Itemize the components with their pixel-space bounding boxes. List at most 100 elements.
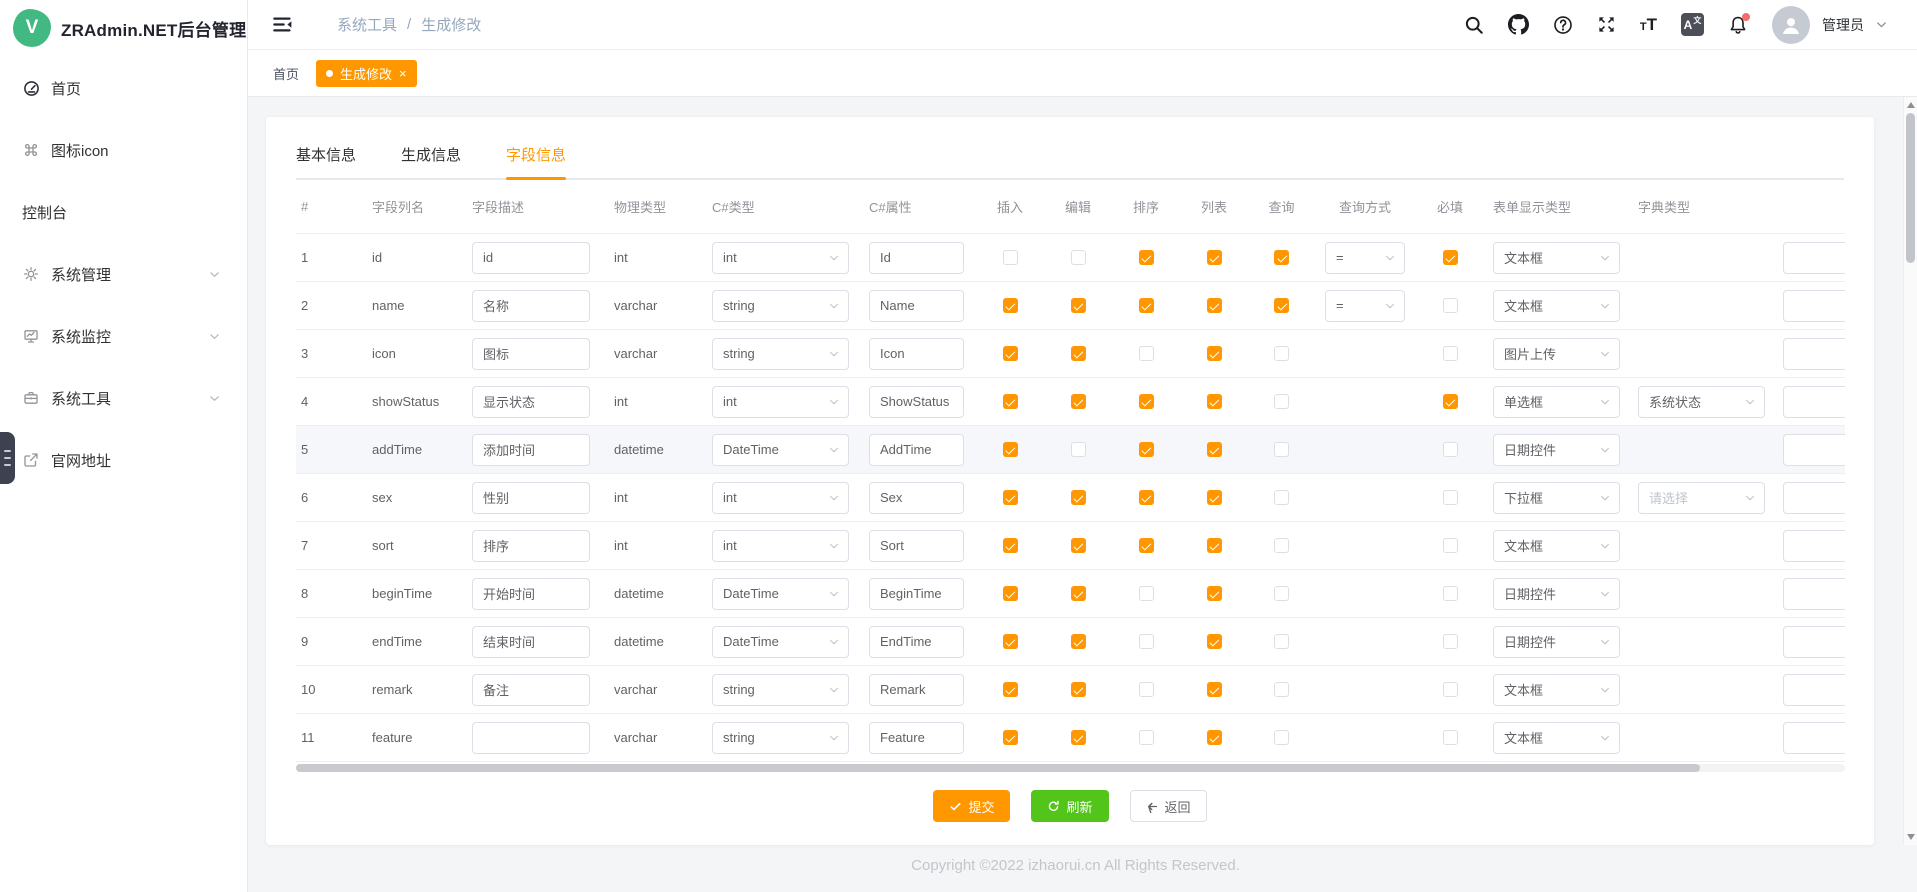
cs-prop-input[interactable]	[869, 242, 964, 274]
tag-close-icon[interactable]: ×	[399, 67, 407, 80]
extra-input[interactable]	[1783, 578, 1845, 610]
required-checkbox[interactable]	[1443, 586, 1458, 601]
extra-input[interactable]	[1783, 386, 1845, 418]
edit-checkbox[interactable]	[1071, 490, 1086, 505]
query-checkbox[interactable]	[1274, 730, 1289, 745]
tag-active[interactable]: 生成修改 ×	[316, 60, 417, 87]
field-desc-input[interactable]	[472, 530, 590, 562]
query-checkbox[interactable]	[1274, 442, 1289, 457]
fullscreen-icon[interactable]	[1597, 15, 1616, 34]
field-desc-input[interactable]	[472, 338, 590, 370]
query-checkbox[interactable]	[1274, 586, 1289, 601]
field-desc-input[interactable]	[472, 290, 590, 322]
field-desc-input[interactable]	[472, 242, 590, 274]
cs-type-select[interactable]: DateTime	[712, 434, 849, 466]
cs-type-select[interactable]: DateTime	[712, 578, 849, 610]
field-desc-input[interactable]	[472, 482, 590, 514]
extra-input[interactable]	[1783, 530, 1845, 562]
edit-checkbox[interactable]	[1071, 442, 1086, 457]
horizontal-scrollbar-thumb[interactable]	[296, 764, 1700, 772]
dict-type-select[interactable]: 请选择	[1638, 482, 1765, 514]
query-checkbox[interactable]	[1274, 682, 1289, 697]
list-checkbox[interactable]	[1207, 682, 1222, 697]
sort-checkbox[interactable]	[1139, 634, 1154, 649]
submit-button[interactable]: 提交	[933, 790, 1010, 822]
sidebar-item-1[interactable]: 首页	[0, 57, 247, 119]
cs-type-select[interactable]: int	[712, 386, 849, 418]
sort-checkbox[interactable]	[1139, 394, 1154, 409]
query-checkbox[interactable]	[1274, 538, 1289, 553]
query-checkbox[interactable]	[1274, 634, 1289, 649]
display-type-select[interactable]: 文本框	[1493, 674, 1620, 706]
github-icon[interactable]	[1508, 14, 1529, 35]
back-button[interactable]: 返回	[1130, 790, 1207, 822]
edit-checkbox[interactable]	[1071, 634, 1086, 649]
list-checkbox[interactable]	[1207, 394, 1222, 409]
display-type-select[interactable]: 日期控件	[1493, 578, 1620, 610]
search-icon[interactable]	[1464, 15, 1484, 35]
list-checkbox[interactable]	[1207, 634, 1222, 649]
cs-prop-input[interactable]	[869, 674, 964, 706]
display-type-select[interactable]: 文本框	[1493, 722, 1620, 754]
sidebar-item-4[interactable]: 系统管理	[0, 243, 247, 305]
cs-type-select[interactable]: string	[712, 338, 849, 370]
field-desc-input[interactable]	[472, 578, 590, 610]
list-checkbox[interactable]	[1207, 442, 1222, 457]
cs-type-select[interactable]: string	[712, 290, 849, 322]
field-desc-input[interactable]	[472, 386, 590, 418]
cs-prop-input[interactable]	[869, 578, 964, 610]
insert-checkbox[interactable]	[1003, 346, 1018, 361]
dict-type-select[interactable]: 系统状态	[1638, 386, 1765, 418]
scroll-down-arrow[interactable]	[1907, 834, 1915, 840]
list-checkbox[interactable]	[1207, 730, 1222, 745]
cs-prop-input[interactable]	[869, 482, 964, 514]
query-checkbox[interactable]	[1274, 298, 1289, 313]
display-type-select[interactable]: 日期控件	[1493, 434, 1620, 466]
edit-checkbox[interactable]	[1071, 538, 1086, 553]
tag-home[interactable]: 首页	[273, 64, 299, 83]
list-checkbox[interactable]	[1207, 346, 1222, 361]
sidebar-item-5[interactable]: 系统监控	[0, 305, 247, 367]
cs-type-select[interactable]: DateTime	[712, 626, 849, 658]
query-checkbox[interactable]	[1274, 346, 1289, 361]
refresh-button[interactable]: 刷新	[1031, 790, 1108, 822]
cs-prop-input[interactable]	[869, 626, 964, 658]
app-logo-row[interactable]: V ZRAdmin.NET后台管理	[0, 0, 247, 56]
extra-input[interactable]	[1783, 626, 1845, 658]
display-type-select[interactable]: 文本框	[1493, 290, 1620, 322]
sidebar-item-6[interactable]: 系统工具	[0, 367, 247, 429]
sort-checkbox[interactable]	[1139, 490, 1154, 505]
insert-checkbox[interactable]	[1003, 442, 1018, 457]
required-checkbox[interactable]	[1443, 682, 1458, 697]
sort-checkbox[interactable]	[1139, 250, 1154, 265]
tab-2[interactable]: 生成信息	[401, 144, 461, 178]
extra-input[interactable]	[1783, 722, 1845, 754]
cs-prop-input[interactable]	[869, 530, 964, 562]
required-checkbox[interactable]	[1443, 730, 1458, 745]
extra-input[interactable]	[1783, 674, 1845, 706]
sort-checkbox[interactable]	[1139, 442, 1154, 457]
required-checkbox[interactable]	[1443, 634, 1458, 649]
insert-checkbox[interactable]	[1003, 730, 1018, 745]
theme-drawer-handle[interactable]	[0, 432, 15, 484]
cs-prop-input[interactable]	[869, 386, 964, 418]
query-mode-select[interactable]: =	[1325, 242, 1405, 274]
sidebar-item-3[interactable]: 控制台	[0, 181, 247, 243]
insert-checkbox[interactable]	[1003, 490, 1018, 505]
edit-checkbox[interactable]	[1071, 394, 1086, 409]
required-checkbox[interactable]	[1443, 490, 1458, 505]
display-type-select[interactable]: 文本框	[1493, 242, 1620, 274]
sort-checkbox[interactable]	[1139, 682, 1154, 697]
list-checkbox[interactable]	[1207, 250, 1222, 265]
tab-1[interactable]: 基本信息	[296, 144, 356, 178]
insert-checkbox[interactable]	[1003, 586, 1018, 601]
scroll-up-arrow[interactable]	[1907, 102, 1915, 108]
edit-checkbox[interactable]	[1071, 250, 1086, 265]
sort-checkbox[interactable]	[1139, 586, 1154, 601]
sort-checkbox[interactable]	[1139, 346, 1154, 361]
field-desc-input[interactable]	[472, 626, 590, 658]
collapse-sidebar-icon[interactable]	[272, 15, 293, 34]
insert-checkbox[interactable]	[1003, 394, 1018, 409]
insert-checkbox[interactable]	[1003, 682, 1018, 697]
breadcrumb-item[interactable]: 生成修改	[421, 14, 481, 35]
